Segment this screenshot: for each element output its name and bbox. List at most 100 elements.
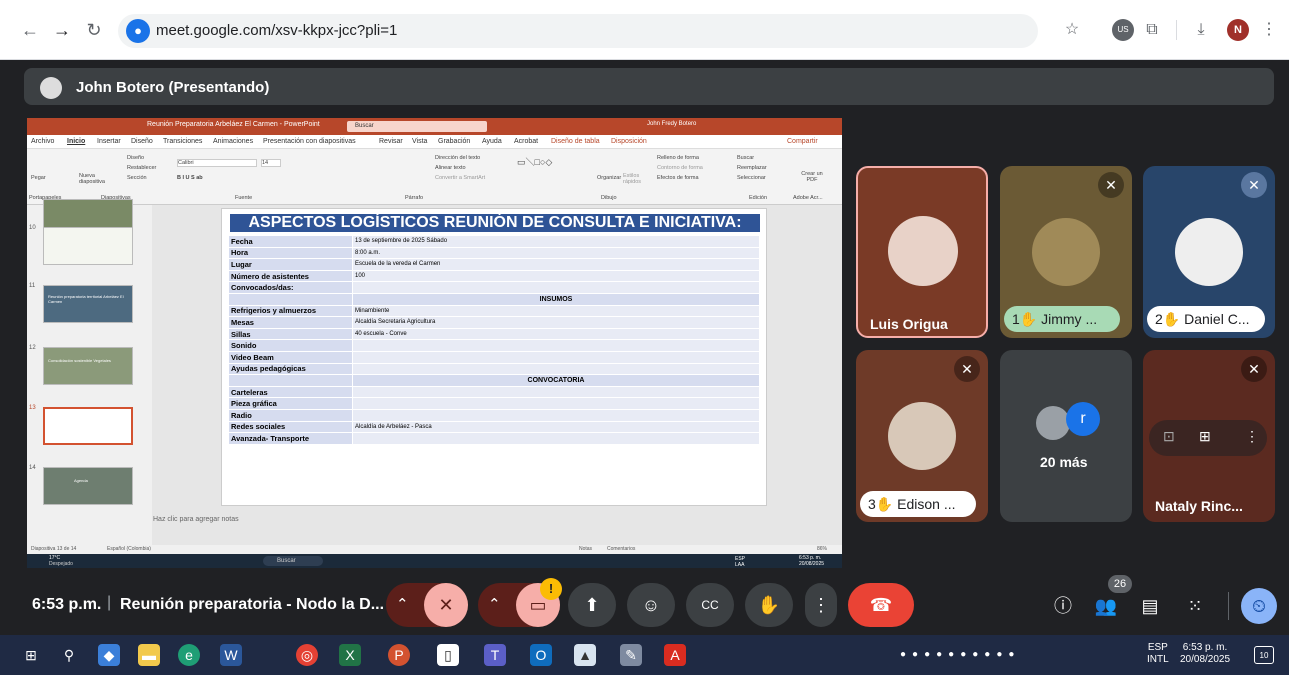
ppt-menu-item: Ayuda: [482, 138, 502, 145]
participant-tile-more[interactable]: r 20 más: [1000, 350, 1132, 522]
screen: ← → ↻ ● meet.google.com/xsv-kkpx-jcc?pli…: [0, 0, 1289, 675]
row-value[interactable]: 13 de septiembre de 2025 Sábado: [352, 235, 760, 248]
notepad-icon[interactable]: ▯: [437, 644, 459, 666]
ppt-titlebar: Reunión Preparatoria Arbeláez El Carmen …: [27, 118, 842, 135]
divider: [1228, 592, 1229, 620]
acrobat-icon[interactable]: A: [664, 644, 686, 666]
reload-icon[interactable]: ↻: [82, 18, 106, 42]
profile-avatar[interactable]: N: [1227, 19, 1249, 41]
ribbon-shape-outline: Contorno de forma: [657, 165, 703, 171]
shared-search: Buscar: [263, 556, 323, 566]
download-icon[interactable]: ⤓: [1190, 19, 1212, 41]
tray-clock[interactable]: 6:53 p. m. 20/08/2025: [1180, 642, 1230, 666]
toolbar-divider: [1176, 20, 1177, 40]
back-icon[interactable]: ←: [18, 18, 42, 42]
row-value[interactable]: [352, 432, 760, 445]
forward-icon[interactable]: →: [50, 18, 74, 42]
participant-tile-jimmy[interactable]: ✕ 1✋ Jimmy ...: [1000, 166, 1132, 338]
ribbon-shapes-gallery: ▭＼□○◇: [517, 157, 553, 167]
ppt-menu-item: Diseño de tabla: [551, 138, 600, 145]
url-text[interactable]: meet.google.com/xsv-kkpx-jcc?pli=1: [156, 22, 397, 39]
thumbnail-number: 12: [29, 345, 36, 351]
row-value[interactable]: [352, 408, 760, 422]
row-value[interactable]: Alcaldía Secretaria Agricultura: [352, 316, 760, 329]
row-value[interactable]: [352, 397, 760, 410]
file-explorer-icon[interactable]: ▬: [138, 644, 160, 666]
chevron-up-icon[interactable]: ⌃: [488, 595, 501, 613]
participant-name: Nataly Rinc...: [1155, 498, 1243, 514]
row-value[interactable]: 40 escuela - Conve: [352, 327, 760, 341]
frame-icon[interactable]: ⊡: [1163, 428, 1175, 445]
participant-tile-daniel[interactable]: ✕ 2✋ Daniel C...: [1143, 166, 1275, 338]
row-value[interactable]: [352, 350, 760, 364]
present-icon[interactable]: ⬆: [568, 583, 616, 627]
windows-start-icon[interactable]: ⊞: [20, 644, 42, 666]
ribbon-convert-smartart: Convertir a SmartArt: [435, 175, 486, 181]
copilot-icon[interactable]: ◆: [98, 644, 120, 666]
table-row: Hora 8:00 a.m.: [228, 246, 760, 260]
raise-hand-icon[interactable]: ✋: [745, 583, 793, 627]
row-value[interactable]: 8:00 a.m.: [352, 246, 760, 260]
ppt-user-name: John Fredy Botero: [647, 121, 697, 127]
tray-language[interactable]: ESP INTL: [1147, 642, 1169, 666]
word-icon[interactable]: W: [220, 644, 242, 666]
excel-icon[interactable]: X: [339, 644, 361, 666]
more-options-icon[interactable]: ⋮: [805, 583, 837, 627]
row-value[interactable]: [352, 339, 760, 352]
row-value[interactable]: 100: [352, 269, 760, 283]
meeting-separator: |: [107, 594, 112, 611]
more-vert-icon[interactable]: ⋮: [1245, 428, 1259, 445]
extension-us-icon[interactable]: US: [1112, 19, 1134, 41]
outlook-icon[interactable]: O: [530, 644, 552, 666]
host-controls-icon[interactable]: ⏲: [1241, 588, 1277, 624]
people-icon[interactable]: 👥: [1093, 593, 1119, 619]
row-value[interactable]: [352, 281, 760, 294]
table-row: Mesas Alcaldía Secretaria Agricultura: [228, 316, 760, 329]
edge-icon[interactable]: e: [178, 644, 200, 666]
ppt-ribbon: Pegar Nueva diapositiva Diseño Restablec…: [27, 149, 842, 205]
photos-icon[interactable]: ▲: [574, 644, 596, 666]
paint-icon[interactable]: ✎: [620, 644, 642, 666]
search-icon[interactable]: ⚲: [58, 644, 80, 666]
pin-icon[interactable]: ⊞: [1199, 428, 1211, 445]
chevron-up-icon[interactable]: ⌃: [396, 595, 409, 613]
row-label: Sillas: [228, 327, 353, 341]
presenter-avatar: [40, 77, 62, 99]
chrome-icon[interactable]: ◎: [296, 644, 318, 666]
row-value[interactable]: [352, 385, 760, 399]
more-vert-icon[interactable]: ⋮: [1258, 19, 1280, 41]
avatar: [888, 402, 956, 470]
site-info-icon[interactable]: ●: [126, 19, 150, 43]
extensions-puzzle-icon[interactable]: ⧉: [1141, 19, 1163, 41]
logistics-table: Fecha 13 de septiembre de 2025 Sábado Hora…: [228, 235, 760, 445]
meeting-time: 6:53 p.m.: [32, 596, 102, 613]
captions-icon[interactable]: CC: [686, 583, 734, 627]
warning-badge: !: [540, 578, 562, 600]
row-value[interactable]: Minambiente: [352, 304, 760, 318]
participant-name: Edison ...: [897, 496, 956, 512]
powerpoint-icon[interactable]: P: [388, 644, 410, 666]
participant-tile-luis[interactable]: Luis Origua: [856, 166, 988, 338]
emoji-icon[interactable]: ☺: [627, 583, 675, 627]
table-row: Refrigerios y almuerzos Minambiente: [228, 304, 760, 318]
row-value[interactable]: Escuela de la vereda el Carmen: [352, 258, 760, 271]
teams-icon[interactable]: T: [484, 644, 506, 666]
participant-tile-nataly[interactable]: ✕ ⊡ ⊞ ⋮ Nataly Rinc...: [1143, 350, 1275, 522]
table-row: Video Beam: [228, 350, 760, 364]
avatar: [1032, 218, 1100, 286]
end-call-icon[interactable]: ☎: [848, 583, 914, 627]
participant-tile-edison[interactable]: ✕ 3✋ Edison ...: [856, 350, 988, 522]
notification-center-icon[interactable]: 10: [1254, 646, 1274, 664]
info-icon[interactable]: ⓘ: [1050, 593, 1076, 619]
ribbon-group-label: Fuente: [235, 195, 253, 201]
row-value[interactable]: [352, 362, 760, 376]
system-tray-icons[interactable]: ●●●●●●●●●●: [900, 649, 1020, 660]
participants-count-badge: 26: [1108, 575, 1132, 593]
row-value[interactable]: Alcaldía de Arbeláez - Pasca: [352, 420, 760, 434]
chat-icon[interactable]: ▤: [1137, 593, 1163, 619]
ribbon-group-label: Dibujo: [601, 195, 617, 201]
activities-icon[interactable]: ⁙: [1182, 593, 1208, 619]
mic-off-icon[interactable]: ✕: [424, 583, 468, 627]
ppt-menu-item: Inicio: [67, 138, 86, 145]
bookmark-star-icon[interactable]: ☆: [1061, 19, 1083, 41]
